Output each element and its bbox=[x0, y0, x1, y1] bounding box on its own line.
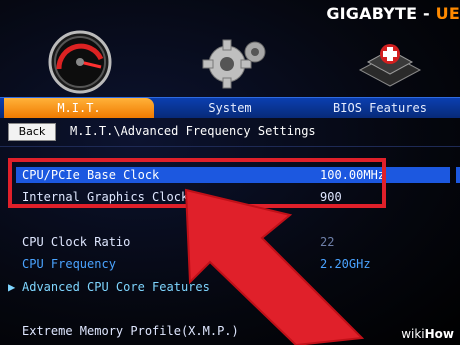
watermark-wiki: wiki bbox=[401, 327, 425, 341]
annotation-arrow-icon bbox=[184, 188, 365, 345]
watermark: wikiHow bbox=[401, 327, 454, 341]
watermark-how: How bbox=[424, 327, 454, 341]
bios-screen: GIGABYTE - UE M.I.T. System BIOS Feature… bbox=[0, 0, 460, 345]
